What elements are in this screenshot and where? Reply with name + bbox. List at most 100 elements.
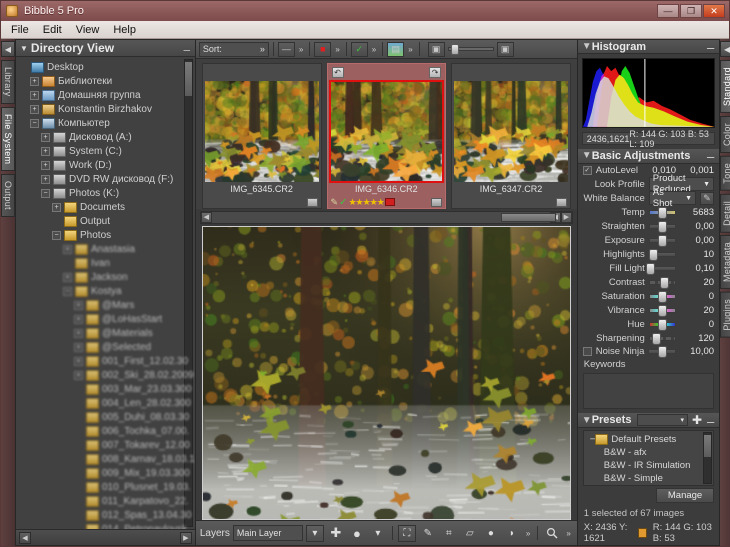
gradient-tool-icon[interactable]: ▱ (461, 525, 479, 542)
slider-track[interactable] (648, 333, 677, 346)
tree-expander-icon[interactable]: + (41, 160, 50, 170)
check-overflow-icon[interactable]: » (370, 45, 378, 54)
chevron-down-icon[interactable]: ▼ (582, 150, 592, 161)
tree-expander-icon[interactable]: + (74, 300, 83, 310)
layer-dropdown[interactable]: Main Layer (232, 525, 303, 541)
tree-expander-icon[interactable]: − (52, 230, 61, 240)
slider-knob[interactable] (646, 263, 656, 276)
directory-panel-header[interactable]: ▼ Directory View ⚊ (16, 40, 195, 57)
chevron-down-icon[interactable]: ▼ (20, 44, 28, 53)
zoom-overflow-icon[interactable]: » (564, 529, 572, 538)
tree-expander-icon[interactable]: + (52, 202, 61, 212)
presets-header[interactable]: ▼ Presets ▾ ✚ ⚊ (577, 413, 720, 428)
histogram-header[interactable]: ▼ Histogram ⚊ (577, 40, 720, 55)
color-label-icon[interactable] (384, 198, 395, 206)
pin-icon[interactable]: ⚊ (706, 415, 715, 426)
rotate-right-icon[interactable]: ↷ (429, 67, 442, 78)
slider-track[interactable] (646, 263, 677, 276)
crop-tool-icon[interactable]: ⌗ (440, 525, 458, 542)
noise-ninja-track[interactable] (648, 346, 677, 359)
tree-expander-icon[interactable] (74, 511, 83, 520)
tools-overflow-icon[interactable]: » (524, 529, 532, 538)
tree-expander-icon[interactable] (74, 385, 83, 394)
tree-item[interactable]: + @Selected (19, 340, 195, 354)
slider-knob[interactable] (648, 249, 658, 262)
small-thumb-icon[interactable]: ▣ (427, 41, 445, 57)
add-preset-icon[interactable]: ✚ (692, 413, 702, 427)
checkmark-filter-icon[interactable]: ✓ (350, 41, 368, 57)
noise-ninja-checkbox[interactable] (582, 347, 592, 357)
add-layer-icon[interactable]: ✚ (327, 525, 345, 542)
slider-knob[interactable] (658, 235, 668, 248)
spot-tool-icon[interactable]: ● (482, 525, 500, 542)
view-mode-icon[interactable]: ▤ (387, 41, 405, 57)
maximize-button[interactable]: ❐ (680, 4, 702, 18)
presets-dropdown[interactable]: ▾ (637, 414, 689, 426)
thumb-size-track[interactable] (447, 44, 494, 55)
sort-overflow-icon[interactable]: » (260, 44, 265, 54)
color-label-filter-icon[interactable]: ■ (314, 41, 332, 57)
tab-plugins[interactable]: Plugins (720, 292, 730, 339)
tab-standard[interactable]: Standard (720, 60, 730, 113)
preset-item[interactable]: − Default Presets (586, 433, 711, 446)
fit-tool-icon[interactable]: ⛶ (397, 524, 416, 542)
tree-expander-icon[interactable] (74, 455, 83, 464)
tree-item[interactable]: + @LoHasStart (19, 312, 195, 326)
tree-expander-icon[interactable] (63, 259, 72, 268)
slider-track[interactable] (648, 221, 677, 234)
tree-expander-icon[interactable]: + (74, 314, 83, 324)
rating-overflow-icon[interactable]: » (297, 45, 305, 54)
tree-item[interactable]: 010_Plusnet_19.03. (19, 480, 195, 494)
tree-item[interactable]: − Компьютер (19, 116, 195, 130)
slider-track[interactable] (648, 319, 677, 332)
image-preview[interactable] (201, 226, 571, 520)
rating-filter-icon[interactable]: — (277, 41, 295, 57)
thumbnail-filmstrip[interactable]: IMG_6345.CR2 ↶ ↷ IMG_6346.CR2 ✎ ✓ ★★★★★ IMG_634… (195, 59, 577, 209)
tab-tone[interactable]: Tone (720, 155, 730, 191)
tree-expander-icon[interactable]: + (74, 328, 83, 338)
tree-item[interactable]: 014_Petropavlovsk (19, 522, 195, 529)
sort-dropdown[interactable]: Sort: » (198, 41, 269, 57)
thumbnail-item[interactable]: ↶ ↷ IMG_6346.CR2 ✎ ✓ ★★★★★ (326, 63, 447, 209)
slider-knob[interactable] (658, 305, 668, 318)
thumbnail-size-slider[interactable]: ▣ ▣ (427, 41, 514, 57)
tree-item[interactable]: 012_Spas_13.04.30 (19, 508, 195, 522)
manage-presets-button[interactable]: Manage (656, 488, 715, 503)
chevron-down-icon[interactable]: ▼ (703, 181, 710, 188)
tree-expander-icon[interactable]: + (74, 342, 83, 352)
tab-detail[interactable]: Detail (720, 193, 730, 233)
zoom-icon[interactable] (543, 525, 561, 542)
tree-expander-icon[interactable] (74, 427, 83, 436)
noise-ninja-knob[interactable] (657, 346, 667, 359)
tree-item[interactable]: + Documets (19, 200, 195, 214)
tree-expander-icon[interactable] (74, 497, 83, 506)
slider-track[interactable] (648, 207, 677, 220)
chevron-down-icon[interactable]: ▼ (685, 195, 692, 202)
large-thumb-icon[interactable]: ▣ (496, 41, 514, 57)
tree-item[interactable]: 008_Karnav_18.03.1 (19, 452, 195, 466)
scroll-left-arrow[interactable]: ◀ (200, 212, 212, 223)
pin-icon[interactable]: ⚊ (183, 43, 191, 54)
scroll-right-button[interactable]: ▶ (179, 531, 192, 544)
tree-expander-icon[interactable] (52, 217, 61, 226)
presets-scrollbar[interactable] (703, 432, 713, 484)
tree-item[interactable]: 004_Len_28.02.300 (19, 396, 195, 410)
menu-item-edit[interactable]: Edit (43, 24, 62, 36)
layer-dropdown-arrow[interactable]: ▾ (305, 524, 324, 542)
tree-item[interactable]: + @Mars (19, 298, 195, 312)
tree-expander-icon[interactable] (74, 413, 83, 422)
slider-knob[interactable] (659, 277, 669, 290)
tree-expander-icon[interactable]: + (74, 356, 83, 366)
presets-list[interactable]: − Default Presets B&W - afx B&W - IR Simula… (582, 430, 715, 486)
tree-expander-icon[interactable]: + (63, 272, 72, 282)
tree-item[interactable]: − Photos (K:) (19, 186, 195, 200)
white-balance-dropdown[interactable]: As Shot ▼ (648, 187, 697, 209)
tree-item[interactable]: Ivan (19, 256, 195, 270)
close-button[interactable]: ✕ (703, 4, 725, 18)
tree-item[interactable]: + Библиотеки (19, 74, 195, 88)
chevron-down-icon[interactable]: ▾ (681, 416, 685, 424)
scrollbar-thumb[interactable] (500, 213, 556, 222)
tree-item[interactable]: + @Materials (19, 326, 195, 340)
tab-library[interactable]: Library (1, 60, 15, 104)
collapse-right-panel-button[interactable]: ◀ (720, 41, 730, 57)
